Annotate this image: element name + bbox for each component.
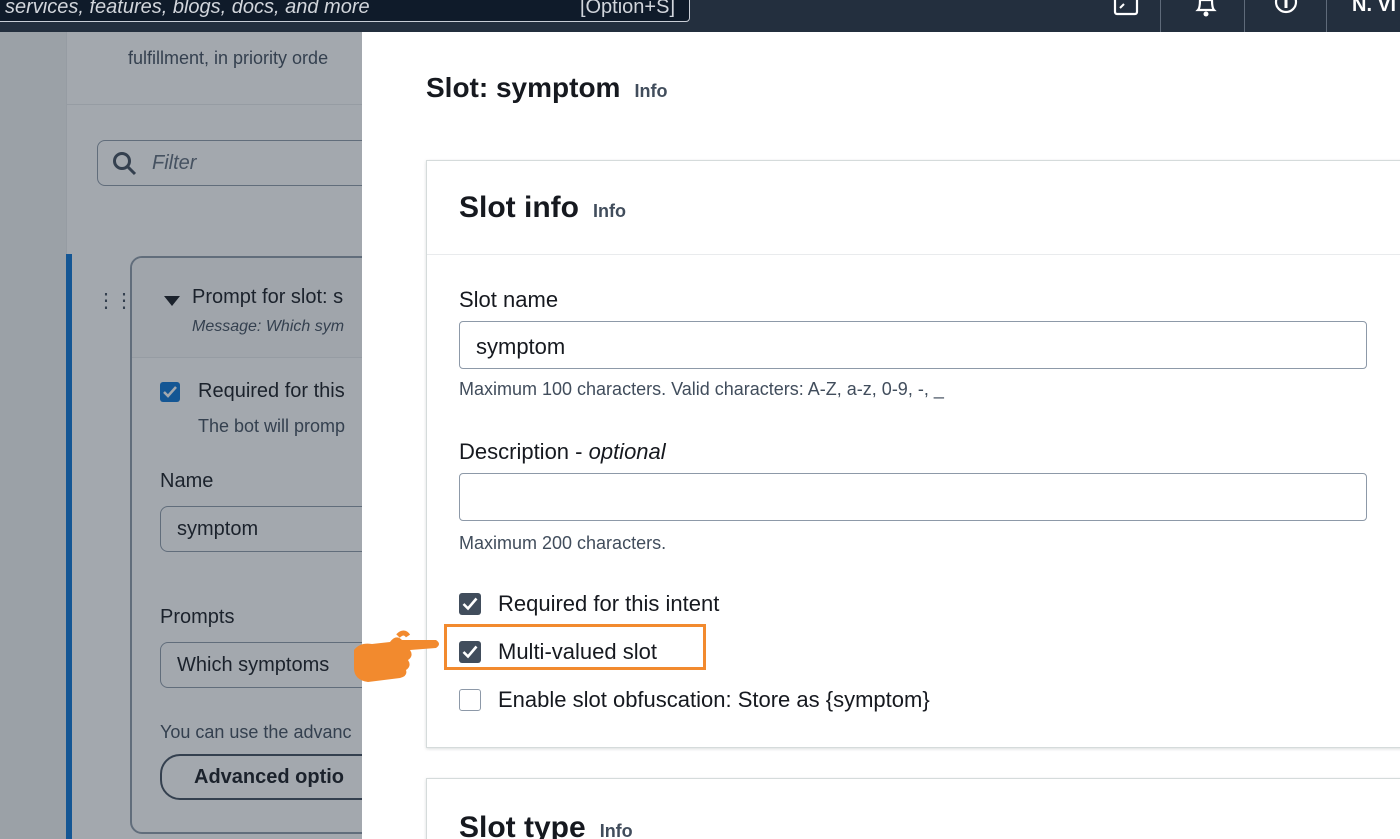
- slot-name-hint: Maximum 100 characters. Valid characters…: [459, 379, 944, 399]
- slot-type-container: Slot type Info: [426, 778, 1400, 839]
- slot-info-title: Slot info Info: [459, 191, 626, 225]
- slot-name-label: Slot name: [459, 287, 559, 312]
- help-icon[interactable]: [1272, 0, 1300, 18]
- slot-type-title-text: Slot type: [459, 811, 586, 839]
- description-input[interactable]: [459, 473, 1367, 521]
- description-hint: Maximum 200 characters.: [459, 533, 667, 553]
- slot-obfuscation-label: Enable slot obfuscation: Store as {sympt…: [498, 687, 930, 712]
- slot-name-value: symptom: [476, 334, 566, 359]
- slot-edit-panel: Slot: symptom Info Slot info Info Slot nam…: [362, 32, 1400, 839]
- account-menu[interactable]: N. Vi: [1352, 0, 1396, 17]
- slot-type-title: Slot type Info: [459, 811, 633, 839]
- search-shortcut: [Option+S]: [579, 0, 675, 18]
- description-optional: optional: [588, 439, 666, 464]
- slot-info-title-text: Slot info: [459, 191, 579, 224]
- cloudshell-icon[interactable]: [1112, 0, 1140, 18]
- pointing-hand-icon: [354, 630, 439, 682]
- checkbox-checked[interactable]: [459, 593, 481, 615]
- slot-info-info-link[interactable]: Info: [593, 201, 626, 221]
- modal-backdrop[interactable]: [0, 32, 362, 839]
- checkbox-unchecked[interactable]: [459, 689, 481, 711]
- description-label-text: Description -: [459, 439, 589, 464]
- top-navigation-bar: services, features, blogs, docs, and mor…: [0, 0, 1400, 32]
- search-placeholder: services, features, blogs, docs, and mor…: [5, 0, 370, 18]
- nav-divider: [1244, 0, 1245, 32]
- required-for-intent-label: Required for this intent: [498, 591, 720, 616]
- slot-type-info-link[interactable]: Info: [600, 821, 633, 839]
- description-label: Description - optional: [459, 439, 666, 465]
- panel-title-text: Slot: symptom: [426, 72, 621, 103]
- highlight-box: [444, 624, 706, 670]
- nav-divider: [1160, 0, 1161, 32]
- nav-divider: [1326, 0, 1327, 32]
- slot-name-input[interactable]: symptom: [459, 321, 1367, 369]
- bell-icon[interactable]: [1192, 0, 1220, 18]
- panel-title: Slot: symptom Info: [426, 72, 667, 104]
- panel-info-link[interactable]: Info: [634, 81, 667, 101]
- global-search-input[interactable]: services, features, blogs, docs, and mor…: [0, 0, 690, 22]
